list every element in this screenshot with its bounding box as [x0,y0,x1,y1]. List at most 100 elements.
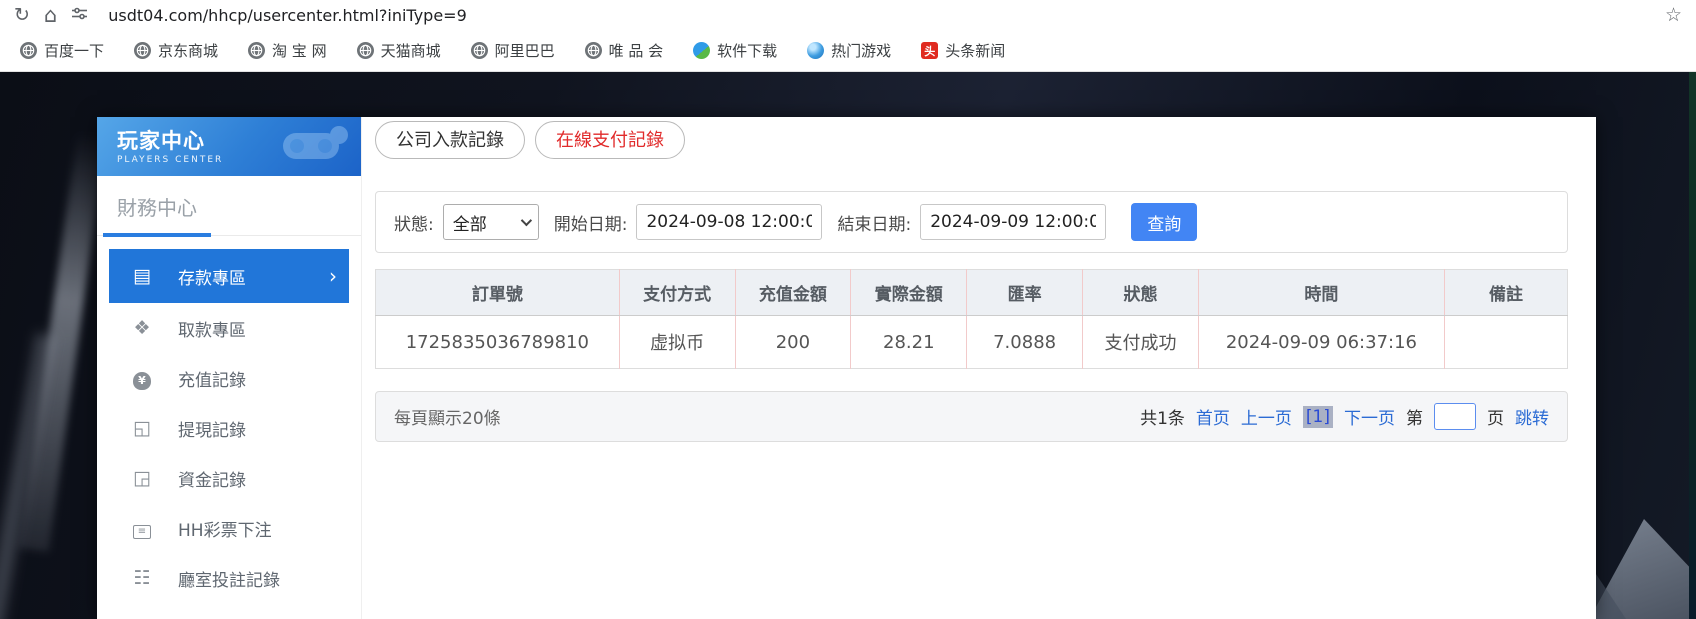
per-page-text: 每頁顯示20條 [394,404,501,429]
bookmark-label: 京东商城 [158,40,218,61]
main-content: 公司入款記錄 在線支付記錄 狀態: 全部 開始日期: 結束日期: 查詢 訂單號 [362,117,1596,619]
bookmark-label: 百度一下 [44,40,104,61]
sidebar-menu: ▤ 存款專區 › ❖ 取款專區 ¥ 充值記錄 ◱ 提現記錄 ◲ 資金記錄 ≡ [97,236,361,619]
bookmark-tmall[interactable]: 天猫商城 [357,40,441,61]
site-info-icon[interactable] [71,5,88,26]
cell-recharge-amount: 200 [735,316,851,369]
header-remark: 備註 [1444,270,1567,316]
deposit-card-icon: ▤ [128,265,156,287]
header-payment-method: 支付方式 [619,270,735,316]
pagination-controls: 共1条 首页 上一页 [1] 下一页 第 页 跳转 [1140,403,1549,430]
user-center-panel: 玩家中心 PLAYERS CENTER 財務中心 ▤ 存款專區 › ❖ 取款專區… [97,117,1596,619]
cell-order-no: 1725835036789810 [376,316,620,369]
list-items-icon: ☷ [128,567,156,589]
sidebar-item-recharge-records[interactable]: ¥ 充值記錄 [97,353,361,403]
cell-time: 2024-09-09 06:37:16 [1198,316,1444,369]
cell-status: 支付成功 [1083,316,1199,369]
gamepad-icon [273,121,353,175]
bookmark-baidu[interactable]: 百度一下 [20,40,104,61]
globe-icon [585,42,602,59]
header-actual-amount: 實際金額 [851,270,967,316]
money-bag-icon: ¥ [128,367,156,390]
sidebar-item-withdraw-zone[interactable]: ❖ 取款專區 [97,303,361,353]
bookmark-toutiao-news[interactable]: 头 头条新闻 [921,40,1005,61]
start-date-input[interactable] [636,204,822,240]
end-date-label: 結束日期: [837,210,911,235]
sidebar-item-withdrawal-records[interactable]: ◱ 提現記錄 [97,403,361,453]
status-label: 狀態: [394,210,434,235]
jump-label-post: 页 [1487,404,1504,429]
reload-icon[interactable]: ↻ [14,6,30,25]
header-recharge-amount: 充值金額 [735,270,851,316]
wallet-icon: ◱ [128,417,156,439]
sidebar-item-label: 存款專區 [178,264,246,289]
hot-games-icon [807,42,824,59]
sidebar: 玩家中心 PLAYERS CENTER 財務中心 ▤ 存款專區 › ❖ 取款專區… [97,117,362,619]
status-select[interactable]: 全部 [443,204,539,240]
cell-payment-method: 虚拟币 [619,316,735,369]
sidebar-item-hall-bet-records[interactable]: ☷ 廳室投註記錄 [97,553,361,603]
cell-exchange-rate: 7.0888 [967,316,1083,369]
bookmark-vip[interactable]: 唯 品 会 [585,40,664,61]
bookmark-label: 天猫商城 [381,40,441,61]
tab-online-payment-records[interactable]: 在線支付記錄 [535,121,685,159]
header-time: 時間 [1198,270,1444,316]
bookmark-star-icon[interactable]: ☆ [1665,4,1682,26]
record-tabs: 公司入款記錄 在線支付記錄 [375,121,1568,159]
start-date-label: 開始日期: [554,210,628,235]
globe-icon [471,42,488,59]
toutiao-news-icon: 头 [921,42,938,59]
table-row: 1725835036789810 虚拟币 200 28.21 7.0888 支付… [376,316,1568,369]
players-center-header: 玩家中心 PLAYERS CENTER [97,117,361,176]
first-page-link[interactable]: 首页 [1196,404,1230,429]
bookmark-label: 唯 品 会 [609,40,664,61]
sidebar-item-label: 提現記錄 [178,416,246,441]
cell-actual-amount: 28.21 [851,316,967,369]
home-icon[interactable]: ⌂ [44,5,57,26]
sidebar-item-hh-lottery-bets[interactable]: ≡ HH彩票下注 [97,503,361,553]
filter-bar: 狀態: 全部 開始日期: 結束日期: 查詢 [375,191,1568,253]
bookmark-alibaba[interactable]: 阿里巴巴 [471,40,555,61]
banknotes-icon: ◲ [128,467,156,489]
end-date-input[interactable] [920,204,1106,240]
bookmarks-bar: 百度一下 京东商城 淘 宝 网 天猫商城 阿里巴巴 唯 品 会 软件下载 热门游… [0,30,1696,72]
header-order-no: 訂單號 [376,270,620,316]
page-jump-input[interactable] [1434,403,1476,430]
finance-center-section-title: 財務中心 [97,176,361,236]
table-header-row: 訂單號 支付方式 充值金額 實際金額 匯率 狀態 時間 備註 [376,270,1568,316]
prev-page-link[interactable]: 上一页 [1241,404,1292,429]
pagination-bar: 每頁顯示20條 共1条 首页 上一页 [1] 下一页 第 页 跳转 [375,391,1568,442]
next-page-link[interactable]: 下一页 [1344,404,1395,429]
bookmark-hot-games[interactable]: 热门游戏 [807,40,891,61]
search-button[interactable]: 查詢 [1131,203,1197,241]
bookmark-label: 淘 宝 网 [272,40,327,61]
jump-link[interactable]: 跳转 [1515,404,1549,429]
sidebar-item-label: 玩家投注報表 [178,616,280,619]
sidebar-item-player-bet-report[interactable]: ⊞ 玩家投注報表 [97,603,361,619]
address-bar[interactable]: usdt04.com/hhcp/usercenter.html?iniType=… [108,6,1651,25]
globe-icon [134,42,151,59]
sidebar-item-label: 充值記錄 [178,366,246,391]
bookmark-label: 阿里巴巴 [495,40,555,61]
chevron-right-icon: › [329,264,337,288]
withdraw-hand-icon: ❖ [128,317,156,339]
bookmark-software-download[interactable]: 软件下载 [693,40,777,61]
globe-icon [248,42,265,59]
current-page-indicator: [1] [1303,406,1333,428]
status-select-value: 全部 [453,210,487,235]
bookmark-taobao[interactable]: 淘 宝 网 [248,40,327,61]
cell-remark [1444,316,1567,369]
chevron-down-icon [520,215,531,226]
browser-toolbar: ↻ ⌂ usdt04.com/hhcp/usercenter.html?iniT… [0,0,1696,30]
header-exchange-rate: 匯率 [967,270,1083,316]
sidebar-item-label: 取款專區 [178,316,246,341]
bookmark-jd[interactable]: 京东商城 [134,40,218,61]
sidebar-item-label: 廳室投註記錄 [178,566,280,591]
payment-records-table: 訂單號 支付方式 充值金額 實際金額 匯率 狀態 時間 備註 172583503… [375,269,1568,369]
tab-company-deposit-records[interactable]: 公司入款記錄 [375,121,525,159]
bookmark-label: 软件下载 [717,40,777,61]
sidebar-item-funds-records[interactable]: ◲ 資金記錄 [97,453,361,503]
sidebar-item-deposit-zone[interactable]: ▤ 存款專區 › [109,249,349,303]
header-status: 狀態 [1083,270,1199,316]
globe-icon [20,42,37,59]
